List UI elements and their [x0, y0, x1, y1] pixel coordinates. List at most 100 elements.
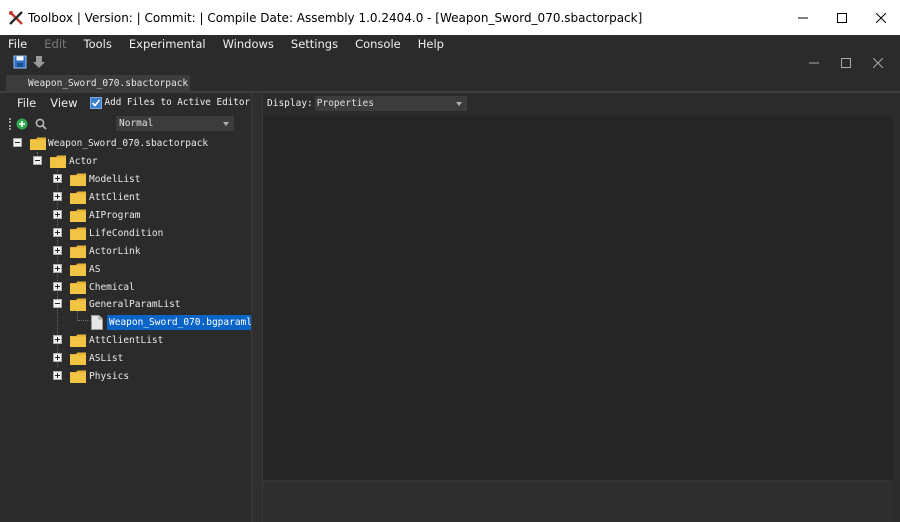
toolbar-grip-handle[interactable]: [9, 118, 11, 130]
menu-file[interactable]: File: [8, 37, 27, 51]
close-icon: [873, 58, 883, 68]
tree-node-label: Chemical: [89, 282, 135, 293]
tree-node-label: AttClientList: [89, 335, 164, 346]
filter-dropdown-value: Normal: [119, 118, 154, 129]
collapse-toggle[interactable]: [33, 156, 42, 165]
menu-bar: File Edit Tools Experimental Windows Set…: [0, 35, 900, 53]
folder-icon: [70, 263, 86, 276]
search-icon[interactable]: [35, 118, 47, 130]
window-title-bar: Toolbox | Version: | Commit: | Compile D…: [0, 0, 900, 35]
tree-node-label: GeneralParamList: [89, 299, 181, 310]
tree-node-label: LifeCondition: [89, 228, 164, 239]
add-files-checkbox[interactable]: [89, 96, 102, 109]
tree-node-selected-file[interactable]: Weapon_Sword_070.bgparamlist: [0, 313, 272, 331]
file-explorer-panel: File View Add Files to Active Editor Nor…: [0, 93, 272, 522]
expand-toggle[interactable]: [53, 335, 62, 344]
folder-icon: [70, 298, 86, 311]
folder-icon: [70, 245, 86, 258]
document-tab-strip: Weapon_Sword_070.sbactorpack: [0, 73, 900, 93]
tree-node-attclientlist[interactable]: AttClientList: [0, 331, 251, 349]
tree-node-label: Weapon_Sword_070.sbactorpack: [48, 138, 209, 149]
tree-node-modellist[interactable]: ModelList: [0, 170, 251, 188]
collapse-toggle[interactable]: [13, 138, 22, 147]
tree-node-actor[interactable]: Actor: [0, 152, 251, 170]
tree-node-attclient[interactable]: AttClient: [0, 188, 251, 206]
tree-node-actorlink[interactable]: ActorLink: [0, 242, 251, 260]
display-label: Display:: [267, 98, 313, 109]
tree-node-aiprogram[interactable]: AIProgram: [0, 206, 251, 224]
menu-help[interactable]: Help: [418, 37, 444, 51]
tree-node-label: Physics: [89, 371, 130, 382]
tree-node-lifecondition[interactable]: LifeCondition: [0, 224, 251, 242]
display-dropdown[interactable]: Properties: [314, 96, 467, 111]
folder-icon: [70, 281, 86, 294]
expand-toggle[interactable]: [53, 174, 62, 183]
tree-node-label: ModelList: [89, 174, 141, 185]
explorer-menu-bar: File View Add Files to Active Editor: [0, 93, 251, 112]
document-tab[interactable]: Weapon_Sword_070.sbactorpack: [6, 75, 190, 92]
tree-node-label: AS: [89, 264, 101, 275]
menu-tools[interactable]: Tools: [84, 37, 112, 51]
maximize-button[interactable]: [822, 0, 861, 35]
maximize-icon: [841, 58, 851, 68]
expand-toggle[interactable]: [53, 210, 62, 219]
explorer-menu-file[interactable]: File: [17, 96, 36, 110]
panel-splitter[interactable]: [251, 93, 263, 522]
menu-edit[interactable]: Edit: [44, 37, 66, 51]
menu-experimental[interactable]: Experimental: [129, 37, 206, 51]
tree-node-label: AIProgram: [89, 210, 141, 221]
expand-toggle[interactable]: [53, 264, 62, 273]
tree-node-root[interactable]: Weapon_Sword_070.sbactorpack: [0, 134, 251, 152]
tree-node-label-selected: Weapon_Sword_070.bgparamlist: [107, 315, 272, 330]
expand-toggle[interactable]: [53, 192, 62, 201]
tree-node-chemical[interactable]: Chemical: [0, 278, 251, 296]
minimize-icon: [809, 62, 819, 64]
expand-toggle[interactable]: [53, 228, 62, 237]
maximize-icon: [836, 12, 847, 23]
file-tree: Weapon_Sword_070.sbactorpack Actor Model…: [0, 134, 272, 522]
add-icon[interactable]: [16, 118, 28, 130]
tree-node-label: Actor: [69, 156, 98, 167]
collapse-toggle[interactable]: [53, 299, 62, 308]
folder-icon: [70, 209, 86, 222]
explorer-toolbar: Normal: [0, 114, 251, 132]
tree-node-label: AttClient: [89, 192, 141, 203]
document-minimize-button[interactable]: [798, 55, 830, 71]
expand-toggle[interactable]: [53, 246, 62, 255]
expand-toggle[interactable]: [53, 371, 62, 380]
folder-icon: [70, 227, 86, 240]
right-edge-strip: [893, 116, 900, 522]
save-icon[interactable]: [13, 55, 27, 69]
properties-view[interactable]: [263, 116, 893, 480]
main-toolbar: [0, 53, 900, 73]
folder-icon: [70, 352, 86, 365]
chevron-down-icon: [455, 102, 462, 106]
tree-node-label: ASList: [89, 353, 124, 364]
folder-icon: [70, 370, 86, 383]
tree-node-physics[interactable]: Physics: [0, 367, 251, 385]
document-close-button[interactable]: [862, 55, 894, 71]
display-bar: Display: Properties: [263, 93, 900, 114]
expand-toggle[interactable]: [53, 282, 62, 291]
menu-settings[interactable]: Settings: [291, 37, 338, 51]
folder-icon: [70, 191, 86, 204]
menu-windows[interactable]: Windows: [223, 37, 274, 51]
window-title: Toolbox | Version: | Commit: | Compile D…: [28, 10, 643, 25]
tree-node-aslist[interactable]: ASList: [0, 349, 251, 367]
explorer-menu-view[interactable]: View: [50, 96, 77, 110]
tree-node-as[interactable]: AS: [0, 260, 251, 278]
tree-node-generalparamlist[interactable]: GeneralParamList: [0, 295, 251, 313]
download-arrow-icon[interactable]: [32, 55, 46, 69]
properties-description-area: [263, 480, 893, 522]
editor-panel: Display: Properties: [263, 93, 900, 522]
document-maximize-button[interactable]: [830, 55, 862, 71]
filter-dropdown[interactable]: Normal: [116, 116, 234, 131]
minimize-button[interactable]: [783, 0, 822, 35]
tree-node-label: ActorLink: [89, 246, 141, 257]
expand-toggle[interactable]: [53, 353, 62, 362]
add-files-label[interactable]: Add Files to Active Editor: [105, 97, 251, 108]
close-icon: [875, 12, 886, 23]
menu-console[interactable]: Console: [355, 37, 401, 51]
close-button[interactable]: [861, 0, 900, 35]
checkmark-icon: [91, 98, 100, 107]
